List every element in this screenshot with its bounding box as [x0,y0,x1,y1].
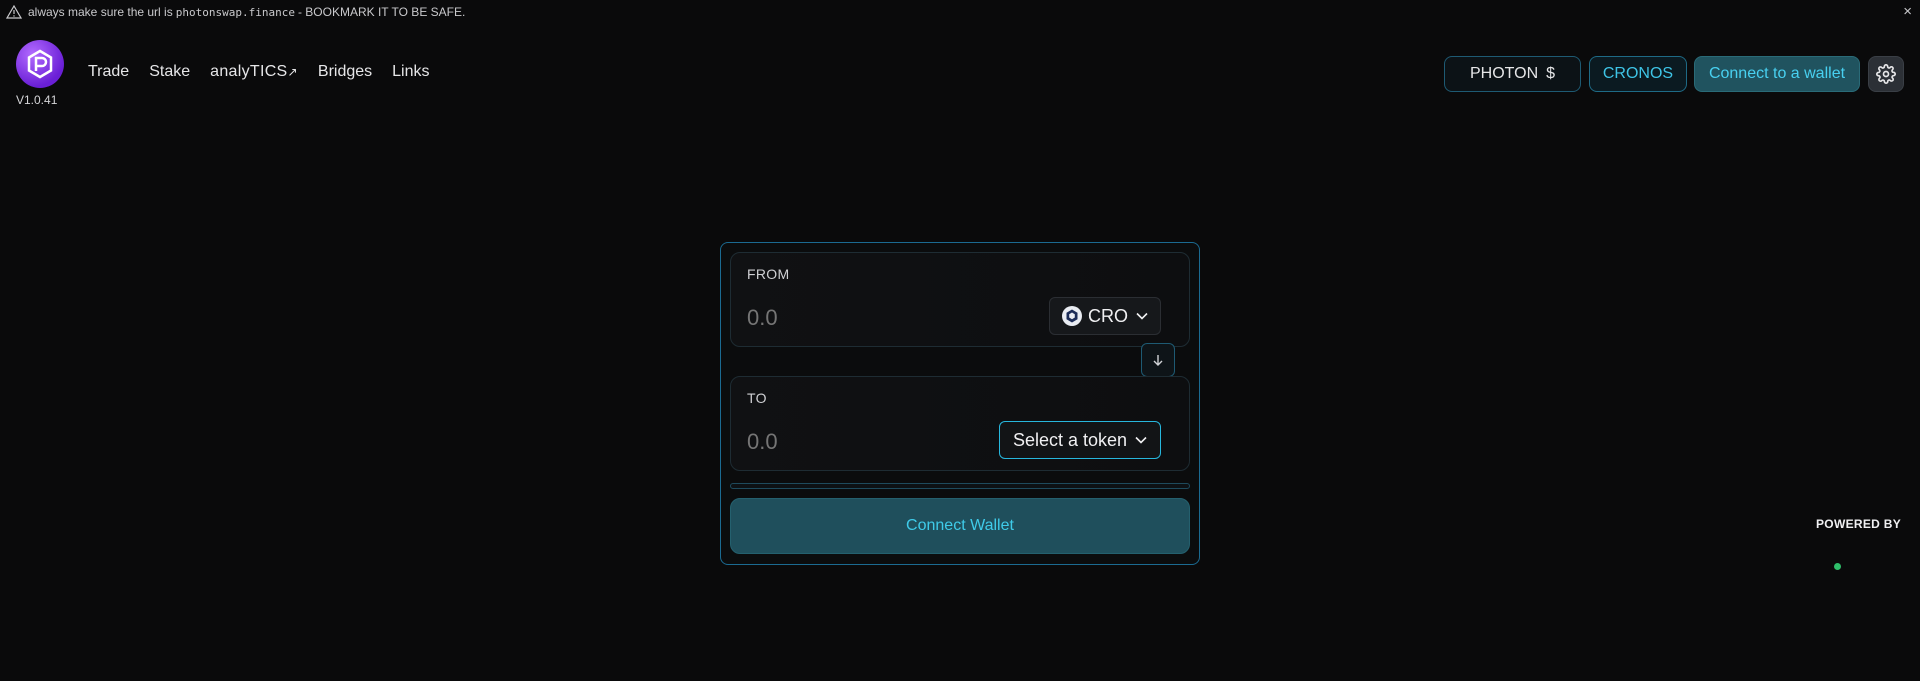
from-amount-input[interactable] [747,305,947,331]
photon-price: $ [1546,65,1556,82]
banner-url: photonswap.finance [175,5,295,19]
to-label: TO [747,390,767,406]
from-token-label: CRO [1088,305,1128,326]
logo-icon [27,49,53,79]
photon-price-button[interactable]: PHOTON $ [1444,56,1581,92]
nav-links[interactable]: Links [392,63,429,81]
swap-panel: FROM CRO TO Select a token [720,242,1200,565]
photonswap-logo[interactable] [16,40,64,88]
app-version: V1.0.41 [16,93,58,107]
gear-icon [1876,64,1896,84]
chevron-down-icon [1135,436,1147,444]
to-token-label: Select a token [1012,429,1128,450]
main-nav: Trade Stake analyTICS↗ Bridges Links [88,63,450,81]
from-field: FROM CRO [730,252,1190,347]
nav-analytics-label: analyTICS [210,63,288,80]
connect-wallet-button[interactable]: Connect Wallet [730,498,1190,554]
arrow-down-icon [1153,355,1163,366]
photon-label: PHOTON [1469,65,1539,82]
nav-trade[interactable]: Trade [88,63,129,81]
warning-banner: always make sure the url is photonswap.f… [0,0,1920,24]
from-label: FROM [747,266,790,282]
network-button[interactable]: CRONOS [1589,56,1687,92]
settings-button[interactable] [1868,56,1904,92]
banner-suffix: - BOOKMARK IT TO BE SAFE. [297,5,466,19]
nav-analytics[interactable]: analyTICS↗ [210,63,298,81]
chevron-down-icon [1136,312,1148,320]
info-bar [730,483,1190,489]
to-token-select[interactable]: Select a token [999,421,1161,459]
powered-by-label: POWERED BY [1816,517,1902,531]
from-token-select[interactable]: CRO [1049,297,1161,335]
swap-direction-button[interactable] [1141,343,1175,377]
status-indicator [1834,563,1841,570]
nav-bridges[interactable]: Bridges [318,63,372,81]
warning-icon [6,5,22,19]
to-field: TO Select a token [730,376,1190,471]
connect-to-wallet-button[interactable]: Connect to a wallet [1694,56,1860,92]
nav-stake[interactable]: Stake [149,63,190,81]
cro-token-icon [1062,306,1082,326]
to-amount-input[interactable] [747,429,947,455]
close-banner-button[interactable]: × [1903,3,1912,20]
external-link-icon: ↗ [287,65,298,79]
banner-prefix: always make sure the url is [28,5,173,19]
